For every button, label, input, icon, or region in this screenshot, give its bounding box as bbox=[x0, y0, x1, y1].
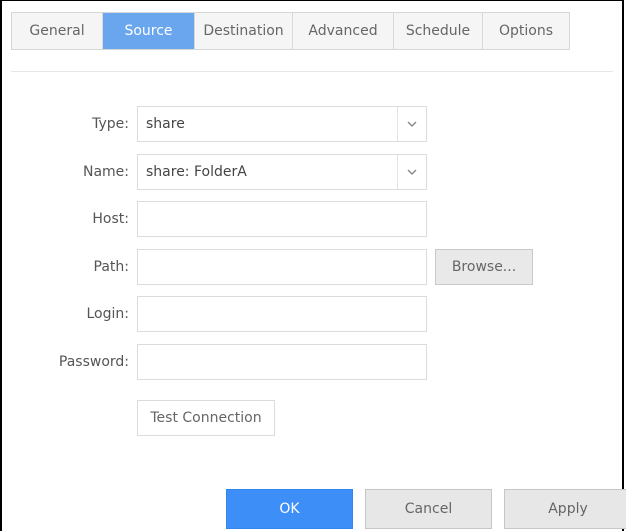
tab-bar: General Source Destination Advanced Sche… bbox=[11, 12, 570, 50]
test-connection-button[interactable]: Test Connection bbox=[137, 400, 275, 436]
tab-schedule[interactable]: Schedule bbox=[394, 13, 483, 49]
tab-advanced[interactable]: Advanced bbox=[293, 13, 394, 49]
chevron-down-icon[interactable] bbox=[397, 107, 426, 141]
path-field[interactable] bbox=[137, 249, 427, 285]
tab-divider bbox=[11, 71, 613, 72]
password-label: Password: bbox=[58, 354, 129, 370]
apply-button[interactable]: Apply bbox=[504, 489, 626, 529]
host-label: Host: bbox=[92, 211, 129, 227]
tab-source[interactable]: Source bbox=[103, 13, 195, 49]
password-field[interactable] bbox=[137, 344, 427, 380]
host-field[interactable] bbox=[137, 201, 427, 237]
type-select[interactable]: share bbox=[137, 106, 427, 142]
name-select-value: share: FolderA bbox=[146, 164, 247, 180]
dialog-frame: General Source Destination Advanced Sche… bbox=[0, 0, 626, 531]
path-label: Path: bbox=[93, 259, 129, 275]
tab-general[interactable]: General bbox=[12, 13, 103, 49]
login-label: Login: bbox=[86, 306, 130, 322]
ok-button[interactable]: OK bbox=[226, 489, 353, 529]
type-label: Type: bbox=[92, 116, 129, 132]
tab-options[interactable]: Options bbox=[483, 13, 569, 49]
login-field[interactable] bbox=[137, 296, 427, 332]
chevron-down-icon[interactable] bbox=[397, 155, 426, 189]
type-select-value: share bbox=[146, 116, 185, 132]
browse-button[interactable]: Browse... bbox=[435, 249, 533, 285]
tab-destination[interactable]: Destination bbox=[195, 13, 293, 49]
cancel-button[interactable]: Cancel bbox=[365, 489, 492, 529]
name-label: Name: bbox=[82, 164, 129, 180]
name-select[interactable]: share: FolderA bbox=[137, 154, 427, 190]
